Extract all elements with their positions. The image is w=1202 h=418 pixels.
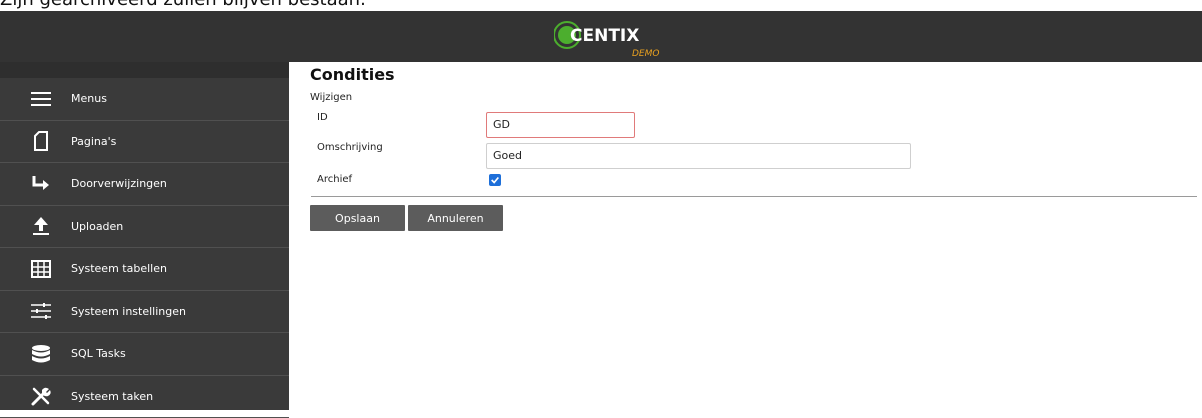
sidebar-item-pages[interactable]: Pagina's <box>0 121 289 164</box>
upload-icon <box>29 214 53 238</box>
redirect-arrow-icon <box>29 172 53 196</box>
page-icon <box>29 129 53 153</box>
logo-brand-text: CENTIX <box>570 26 639 46</box>
description-field[interactable]: Goed <box>486 143 911 169</box>
logo-demo-text: DEMO <box>632 49 659 59</box>
instruction-caption: Zijn gearchiveerd zullen blijven bestaan… <box>0 0 600 11</box>
sidebar-item-label: Systeem tabellen <box>71 262 167 275</box>
top-header-bar: CENTIX DEMO <box>0 11 1202 62</box>
centix-logo[interactable]: CENTIX DEMO <box>554 15 674 59</box>
database-icon <box>29 342 53 366</box>
sidebar-item-label: Uploaden <box>71 220 123 233</box>
sidebar-item-label: Doorverwijzingen <box>71 177 167 190</box>
table-icon <box>29 257 53 281</box>
save-button[interactable]: Opslaan <box>310 205 405 231</box>
hamburger-icon <box>29 87 53 111</box>
sidebar-item-menus[interactable]: Menus <box>0 78 289 121</box>
sidebar-item-label: Systeem taken <box>71 390 153 403</box>
archive-checkbox[interactable] <box>489 174 501 186</box>
description-label: Omschrijving <box>317 142 383 153</box>
sliders-icon <box>29 299 53 323</box>
sidebar: Menus Pagina's Doorverwijzingen Uploaden… <box>0 62 289 410</box>
form-subtitle: Wijzigen <box>310 92 352 103</box>
sidebar-item-system-tasks[interactable]: Systeem taken <box>0 376 289 418</box>
sidebar-item-label: Pagina's <box>71 135 116 148</box>
id-label: ID <box>317 112 328 123</box>
sidebar-item-system-tables[interactable]: Systeem tabellen <box>0 248 289 291</box>
page-title: Condities <box>310 65 395 84</box>
sidebar-item-upload[interactable]: Uploaden <box>0 206 289 249</box>
checkmark-icon <box>490 175 500 185</box>
tools-icon <box>29 384 53 408</box>
sidebar-item-label: Systeem instellingen <box>71 305 186 318</box>
sidebar-item-sql-tasks[interactable]: SQL Tasks <box>0 333 289 376</box>
sidebar-item-label: SQL Tasks <box>71 347 126 360</box>
sidebar-top-strip <box>0 62 289 78</box>
sidebar-item-system-settings[interactable]: Systeem instellingen <box>0 291 289 334</box>
sidebar-item-redirects[interactable]: Doorverwijzingen <box>0 163 289 206</box>
form-divider <box>311 196 1197 197</box>
cancel-button[interactable]: Annuleren <box>408 205 503 231</box>
main-content: Condities Wijzigen ID GD Omschrijving Go… <box>289 62 1202 410</box>
id-field[interactable]: GD <box>486 112 635 138</box>
sidebar-item-label: Menus <box>71 92 107 105</box>
archive-label: Archief <box>317 174 352 185</box>
